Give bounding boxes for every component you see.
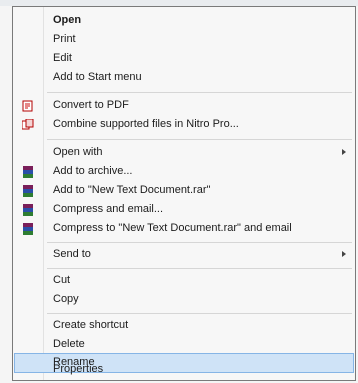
context-menu: Open Print Edit Add to Start menu Conver… — [12, 6, 356, 381]
winrar-icon — [22, 203, 34, 216]
submenu-arrow-icon — [342, 251, 346, 257]
menu-item-cut[interactable]: Cut — [14, 271, 354, 291]
menu-item-add-to-start-menu[interactable]: Add to Start menu — [14, 68, 354, 88]
menu-item-send-to[interactable]: Send to — [14, 245, 354, 265]
winrar-icon — [22, 184, 34, 197]
menu-item-label: Properties — [53, 363, 104, 375]
menu-item-label: Print — [53, 33, 76, 45]
menu-item-open-with[interactable]: Open with — [14, 143, 354, 163]
context-menu-backdrop: Open Print Edit Add to Start menu Conver… — [0, 0, 358, 383]
menu-separator — [47, 313, 352, 314]
menu-item-label: Edit — [53, 52, 72, 64]
winrar-icon — [22, 222, 34, 235]
menu-separator — [47, 268, 352, 269]
menu-item-add-to-archive[interactable]: Add to archive... — [14, 162, 354, 182]
menu-item-label: Compress to "New Text Document.rar" and … — [53, 222, 292, 234]
menu-item-label: Compress and email... — [53, 203, 164, 215]
nitro-combine-icon — [21, 118, 34, 130]
menu-item-add-to-rar[interactable]: Add to "New Text Document.rar" — [14, 181, 354, 201]
menu-item-compress-to-rar-and-email[interactable]: Compress to "New Text Document.rar" and … — [14, 219, 354, 239]
menu-separator — [47, 92, 352, 93]
menu-item-label: Combine supported files in Nitro Pro... — [53, 118, 239, 130]
menu-item-edit[interactable]: Edit — [14, 49, 354, 69]
menu-item-create-shortcut[interactable]: Create shortcut — [14, 316, 354, 336]
menu-item-label: Send to — [53, 248, 91, 260]
winrar-icon — [22, 165, 34, 178]
menu-item-copy[interactable]: Copy — [14, 290, 354, 310]
pdf-icon — [22, 99, 34, 112]
menu-item-label: Cut — [53, 274, 71, 286]
menu-item-label: Copy — [53, 293, 79, 305]
menu-item-convert-to-pdf[interactable]: Convert to PDF — [14, 96, 354, 116]
menu-item-label: Convert to PDF — [53, 99, 129, 111]
menu-item-label: Add to Start menu — [53, 71, 142, 83]
menu-item-delete[interactable]: Delete — [14, 335, 354, 355]
menu-item-print[interactable]: Print — [14, 30, 354, 50]
menu-item-label: Open with — [53, 146, 103, 158]
menu-separator — [47, 242, 352, 243]
menu-item-label: Create shortcut — [53, 319, 129, 331]
menu-item-compress-and-email[interactable]: Compress and email... — [14, 200, 354, 220]
menu-item-label: Open — [53, 14, 82, 26]
menu-item-properties[interactable]: Properties — [14, 361, 354, 379]
menu-separator — [47, 139, 352, 140]
menu-item-label: Delete — [53, 338, 85, 350]
submenu-arrow-icon — [342, 149, 346, 155]
menu-item-combine-nitro[interactable]: Combine supported files in Nitro Pro... — [14, 115, 354, 135]
menu-item-label: Add to "New Text Document.rar" — [53, 184, 211, 196]
menu-item-open[interactable]: Open — [14, 11, 354, 31]
menu-item-label: Add to archive... — [53, 165, 133, 177]
